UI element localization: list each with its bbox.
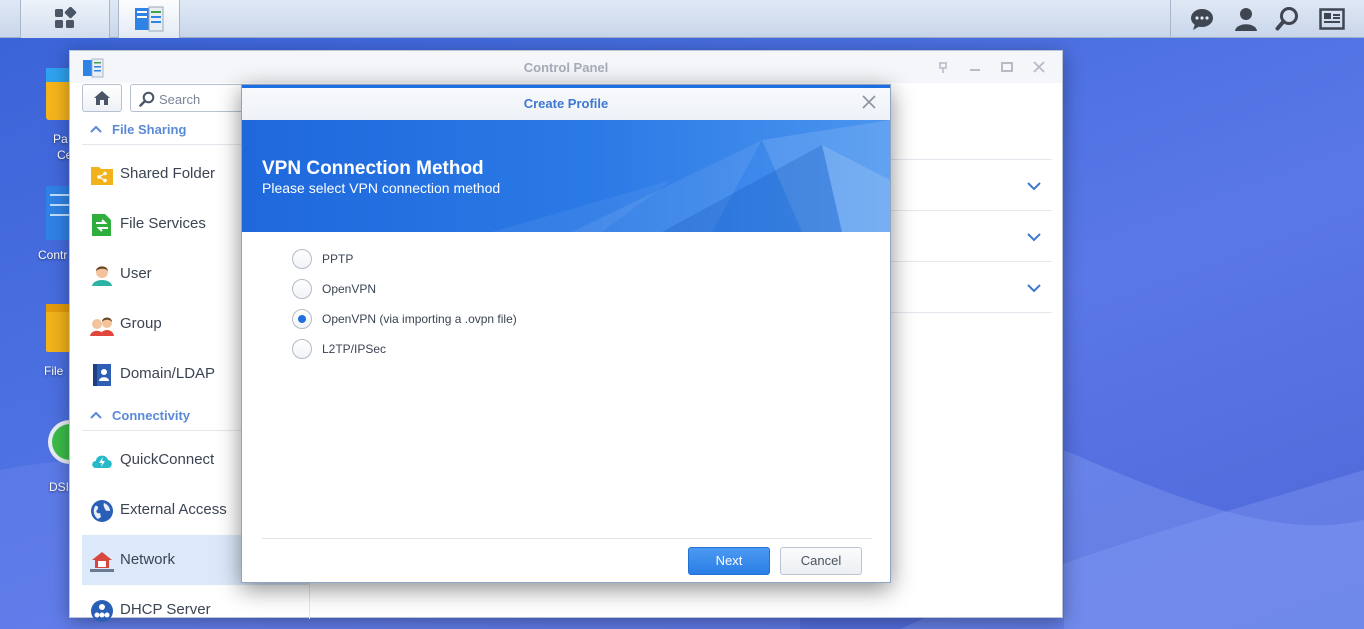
chevron-down-icon[interactable]	[1027, 283, 1041, 293]
chat-icon[interactable]	[1189, 6, 1215, 32]
maximize-button[interactable]	[1000, 60, 1014, 74]
user-icon	[92, 266, 112, 286]
taskbar	[0, 0, 1364, 38]
close-icon[interactable]	[862, 95, 876, 109]
shared-folder-icon	[91, 167, 113, 185]
grid-icon	[55, 7, 77, 28]
main-menu-button[interactable]	[20, 0, 110, 38]
help-button[interactable]	[936, 60, 950, 74]
pin-icon	[939, 62, 947, 73]
user-account-icon[interactable]	[1233, 6, 1259, 32]
cancel-button[interactable]: Cancel	[780, 547, 862, 575]
maximize-icon	[1001, 62, 1013, 72]
chevron-down-icon[interactable]	[1027, 181, 1041, 191]
chevron-up-icon	[90, 411, 102, 419]
radio-button[interactable]	[292, 249, 312, 269]
radio-button-selected[interactable]	[292, 309, 312, 329]
quickconnect-icon	[92, 455, 112, 468]
window-titlebar[interactable]: Control Panel	[70, 51, 1062, 83]
search-icon	[139, 91, 155, 107]
close-icon	[1033, 61, 1045, 73]
radio-button[interactable]	[292, 279, 312, 299]
desktop-label-package: Pa	[53, 132, 68, 146]
banner-subtitle: Please select VPN connection method	[262, 180, 501, 196]
search-icon[interactable]	[1275, 6, 1301, 32]
desktop-label-control: Contr	[38, 248, 68, 262]
taskbar-tray	[1170, 0, 1364, 38]
close-window-button[interactable]	[1032, 60, 1046, 74]
dialog-banner: VPN Connection Method Please select VPN …	[242, 120, 890, 232]
globe-icon	[91, 500, 113, 522]
home-icon	[94, 91, 110, 105]
minimize-icon	[970, 69, 980, 71]
file-services-icon	[92, 214, 111, 236]
network-icon	[90, 552, 114, 572]
domain-ldap-icon	[93, 364, 111, 386]
minimize-button[interactable]	[968, 60, 982, 74]
chevron-up-icon	[90, 125, 102, 133]
radio-button[interactable]	[292, 339, 312, 359]
window-title: Control Panel	[523, 60, 609, 75]
banner-title: VPN Connection Method	[262, 158, 484, 179]
group-icon	[90, 317, 114, 336]
sidebar-item-dhcp-server[interactable]: DHCP Server	[82, 585, 310, 629]
dialog-footer-divider	[262, 538, 872, 539]
control-panel-icon	[83, 58, 104, 78]
dialog-title[interactable]: Create Profile	[242, 88, 890, 120]
next-button[interactable]: Next	[688, 547, 770, 575]
create-profile-dialog: Create Profile VPN Connection Method Ple…	[241, 84, 891, 583]
widgets-icon[interactable]	[1319, 6, 1345, 32]
taskbar-control-panel-button[interactable]	[118, 0, 180, 38]
desktop-label-file: File	[44, 364, 64, 378]
home-button[interactable]	[82, 84, 122, 112]
chevron-down-icon[interactable]	[1027, 232, 1041, 242]
dhcp-server-icon	[91, 600, 113, 622]
control-panel-icon	[135, 6, 164, 32]
desktop-label-dsm: DSI	[49, 480, 70, 494]
